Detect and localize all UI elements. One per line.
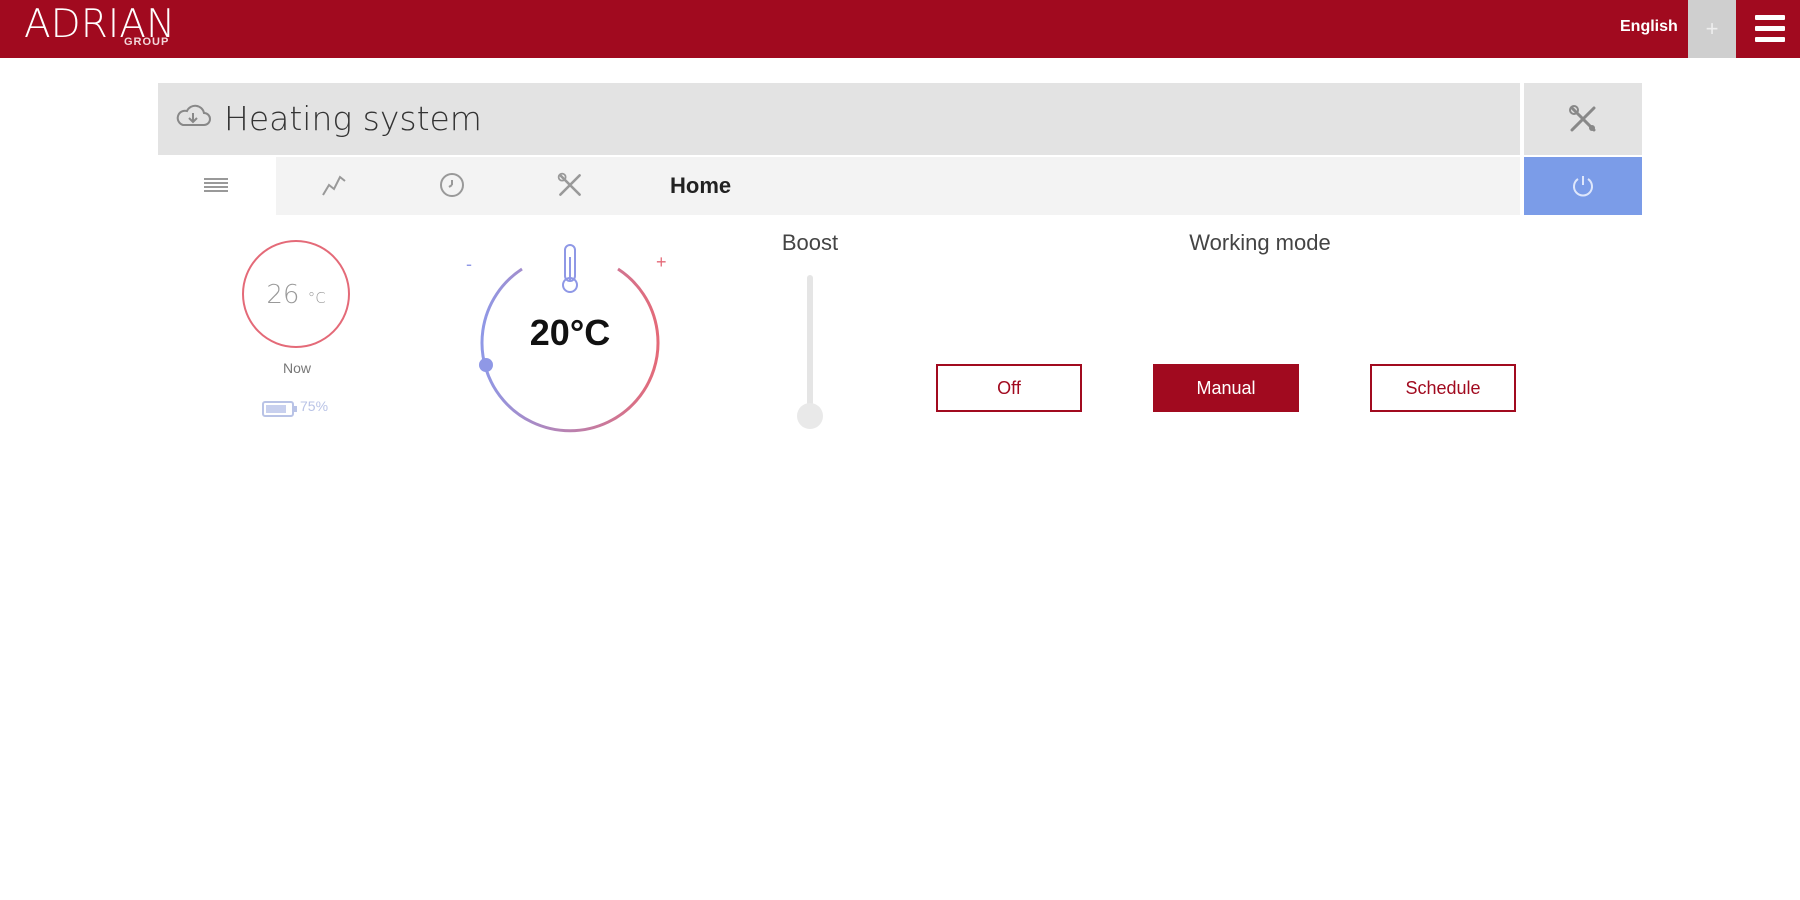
mode-schedule-button[interactable]: Schedule xyxy=(1370,364,1516,412)
power-button[interactable] xyxy=(1524,157,1642,215)
battery-icon xyxy=(262,400,298,423)
tab-bar: Home xyxy=(158,157,1520,215)
current-temperature: 26 °C xyxy=(244,280,348,310)
boost-slider-handle[interactable] xyxy=(797,403,823,429)
add-button[interactable]: + xyxy=(1688,0,1736,58)
tab-home[interactable]: Home xyxy=(670,173,731,199)
tab-list[interactable] xyxy=(158,157,276,215)
list-icon xyxy=(204,178,228,192)
device-header: Heating system xyxy=(158,83,1520,155)
boost-label: Boost xyxy=(781,230,839,255)
tab-clock[interactable] xyxy=(394,157,512,215)
tools-icon xyxy=(557,172,581,196)
page-title: Heating system xyxy=(224,99,482,138)
battery-level: 75% xyxy=(300,398,329,414)
dial-handle[interactable] xyxy=(479,358,493,372)
current-temperature-value: 26 xyxy=(266,280,300,310)
mode-manual-button[interactable]: Manual xyxy=(1153,364,1299,412)
top-bar: ADRIAN GROUP English + xyxy=(0,0,1800,58)
power-icon xyxy=(1573,176,1593,197)
current-temperature-ring: 26 °C xyxy=(242,240,350,348)
language-selector[interactable]: English xyxy=(1620,18,1678,36)
settings-tools-button[interactable] xyxy=(1524,83,1642,155)
mode-off-button[interactable]: Off xyxy=(936,364,1082,412)
decrease-temperature-button[interactable]: - xyxy=(466,254,472,275)
tab-chart[interactable] xyxy=(276,157,394,215)
thermometer-icon xyxy=(562,244,578,293)
tab-tools[interactable] xyxy=(512,157,630,215)
current-temperature-unit: °C xyxy=(307,289,326,307)
chart-line-icon xyxy=(322,175,346,196)
boost-slider[interactable] xyxy=(807,275,813,417)
cloud-icon xyxy=(174,101,212,136)
clock-icon xyxy=(440,173,464,197)
working-mode-label: Working mode xyxy=(1189,230,1331,255)
brand-logo[interactable]: ADRIAN GROUP xyxy=(24,2,175,48)
hamburger-menu-icon[interactable] xyxy=(1740,0,1800,58)
brand-subtitle: GROUP xyxy=(124,36,170,48)
increase-temperature-button[interactable]: + xyxy=(656,252,667,273)
now-label: Now xyxy=(282,360,311,376)
tools-icon xyxy=(1569,105,1596,132)
setpoint-temperature: 20°C xyxy=(529,312,611,353)
